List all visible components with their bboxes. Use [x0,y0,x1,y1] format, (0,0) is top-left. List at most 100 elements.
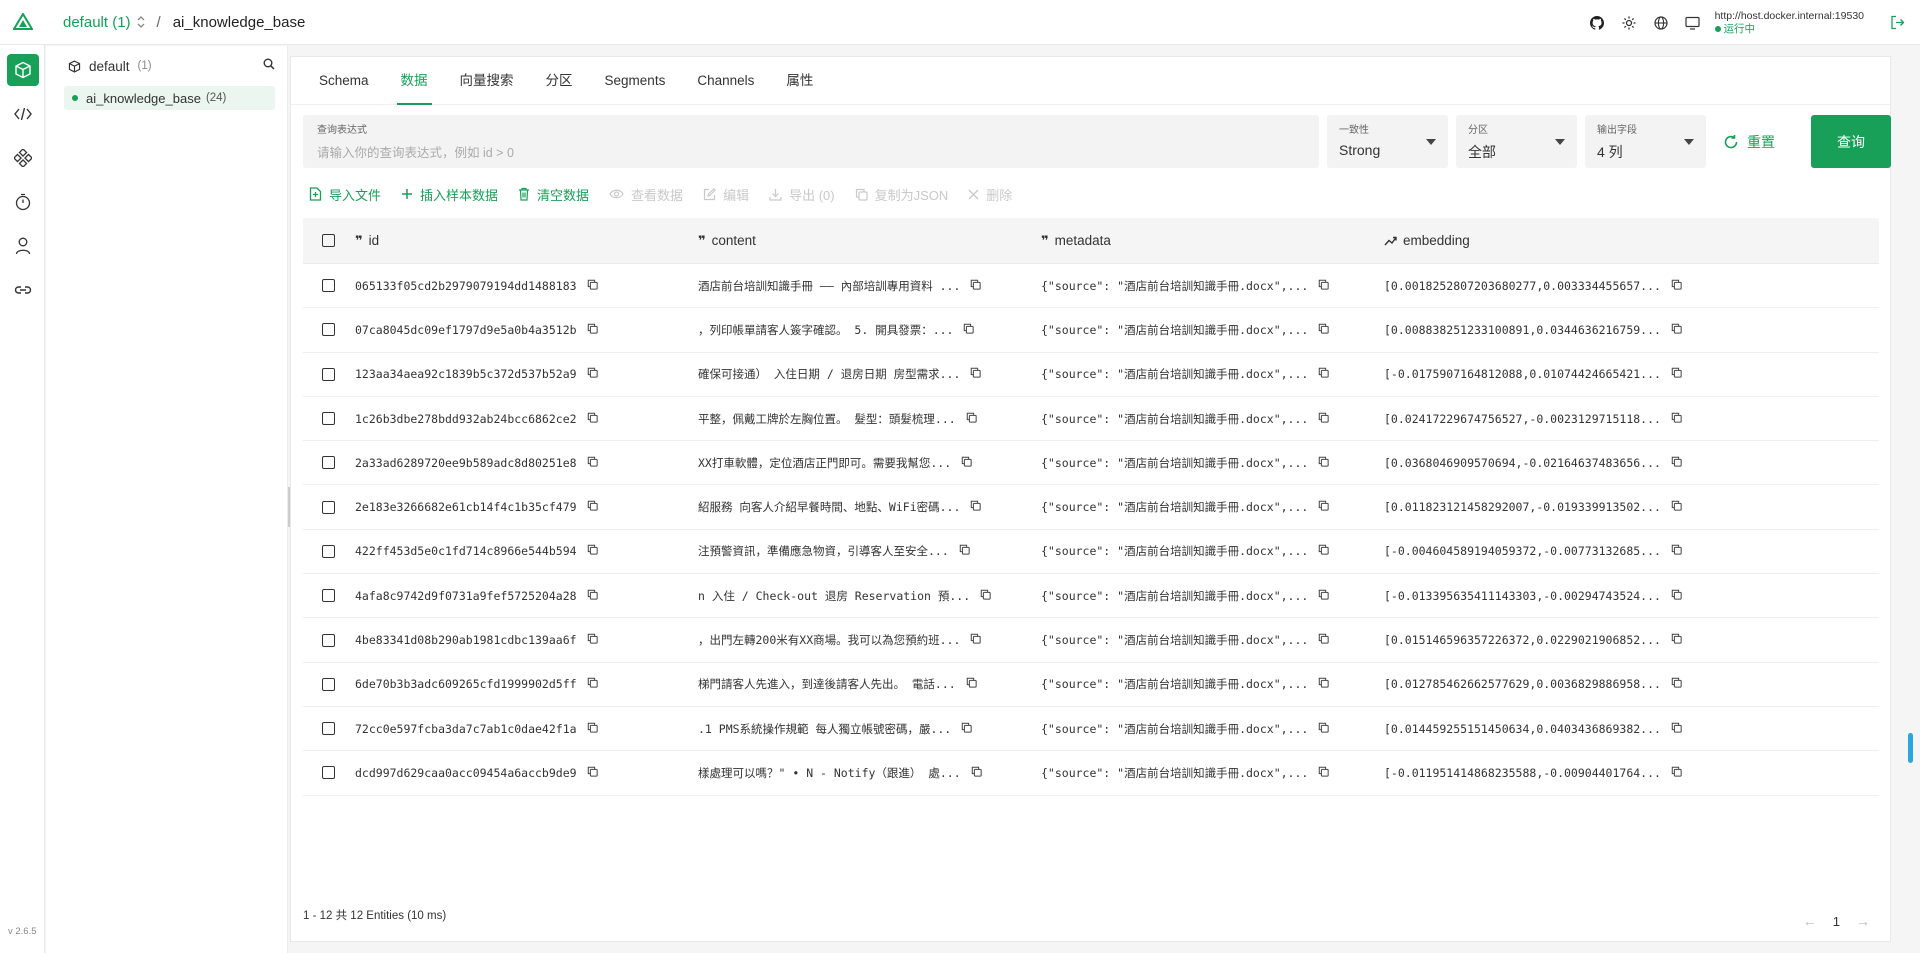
table-row[interactable]: 6de70b3b3adc609265cfd1999902d5ff 梯門請客人先進入… [303,663,1879,707]
column-header-embedding[interactable]: embedding [1382,233,1879,248]
system-info-monitor-icon[interactable] [1677,0,1709,45]
copy-icon[interactable] [587,589,598,603]
language-globe-icon[interactable] [1645,0,1677,45]
copy-icon[interactable] [1318,456,1329,470]
copy-icon[interactable] [961,456,972,470]
copy-icon[interactable] [1671,544,1682,558]
nav-users-button[interactable] [0,224,45,268]
cell-embedding[interactable]: [0.008838251233100891,0.0344636216759... [1382,323,1879,337]
copy-icon[interactable] [587,412,598,426]
reset-button[interactable]: 重置 [1713,115,1813,168]
cell-embedding[interactable]: [0.014459255151450634,0.0403436869382... [1382,722,1879,736]
theme-sun-icon[interactable] [1613,0,1645,45]
row-checkbox[interactable] [321,279,335,293]
copy-icon[interactable] [1671,633,1682,647]
table-row[interactable]: 422ff453d5e0c1fd714c8966e544b594 注預警資訊，準備… [303,530,1879,575]
tab-channels[interactable]: Channels [681,56,770,104]
table-row[interactable]: 07ca8045dc09ef1797d9e5a0b4a3512b ，列印帳單請客人… [303,308,1879,353]
copy-icon[interactable] [1671,766,1682,780]
cell-id[interactable]: 1c26b3dbe278bdd932ab24bcc6862ce2 [353,412,696,426]
page-scrollbar[interactable] [1908,733,1913,763]
table-row[interactable]: 72cc0e597fcba3da7c7ab1c0dae42f1a .1 PMS系統… [303,707,1879,752]
copy-icon[interactable] [970,367,982,381]
import-file-button[interactable]: 导入文件 [309,185,381,204]
cell-metadata[interactable]: {"source": "酒店前台培訓知識手冊.docx",... [1039,632,1382,648]
row-checkbox[interactable] [321,456,335,470]
view-data-button[interactable]: 查看数据 [609,185,683,204]
copy-icon[interactable] [587,323,598,337]
cell-embedding[interactable]: [-0.011951414868235588,-0.00904401764... [1382,766,1879,780]
copy-icon[interactable] [970,633,982,647]
column-header-metadata[interactable]: ❞ metadata [1039,233,1382,249]
cell-metadata[interactable]: {"source": "酒店前台培訓知識手冊.docx",... [1039,721,1382,737]
row-checkbox[interactable] [321,412,335,426]
column-header-id[interactable]: ❞ id [353,233,696,249]
clear-data-button[interactable]: 清空数据 [518,185,589,204]
cell-embedding[interactable]: [0.0368046909570694,-0.02164637483656... [1382,456,1879,470]
cell-content[interactable]: 注預警資訊，準備應急物資，引導客人至安全... [696,543,1039,559]
cell-id[interactable]: 123aa34aea92c1839b5c372d537b52a9 [353,367,696,381]
row-checkbox[interactable] [321,544,335,558]
cell-metadata[interactable]: {"source": "酒店前台培訓知識手冊.docx",... [1039,499,1382,515]
copy-icon[interactable] [963,323,975,337]
cell-embedding[interactable]: [0.02417229674756527,-0.0023129715118... [1382,412,1879,426]
cell-id[interactable]: 2a33ad6289720ee9b589adc8d80251e8 [353,456,696,470]
cell-metadata[interactable]: {"source": "酒店前台培訓知識手冊.docx",... [1039,411,1382,427]
table-row[interactable]: 4afa8c9742d9f0731a9fef5725204a28 n 入住 / C… [303,574,1879,619]
cell-content[interactable]: .1 PMS系統操作規範 每人獨立帳號密碼，嚴... [696,721,1039,737]
copy-icon[interactable] [961,722,972,736]
copy-icon[interactable] [1318,500,1329,514]
cell-embedding[interactable]: [-0.013395635411143303,-0.00294743524... [1382,589,1879,603]
query-button[interactable]: 查询 [1811,115,1891,168]
copy-icon[interactable] [587,500,598,514]
cell-embedding[interactable]: [-0.004604589194059372,-0.00773132685... [1382,544,1879,558]
cell-content[interactable]: 確保可接通） 入住日期 / 退房日期 房型需求... [696,366,1039,382]
insert-sample-button[interactable]: 插入样本数据 [401,185,498,204]
cell-embedding[interactable]: [0.015146596357226372,0.0229021906852... [1382,633,1879,647]
copy-icon[interactable] [966,677,977,691]
cell-id[interactable]: 4afa8c9742d9f0731a9fef5725204a28 [353,589,696,603]
copy-icon[interactable] [1318,766,1329,780]
partition-select[interactable]: 分区 全部 [1456,115,1577,168]
copy-icon[interactable] [971,766,982,780]
prev-page-arrow-icon[interactable]: ← [1803,913,1817,929]
select-all-checkbox[interactable] [321,234,335,247]
row-checkbox[interactable] [321,766,335,780]
cell-content[interactable]: 酒店前台培訓知識手冊 —— 內部培訓專用資料 ... [696,278,1039,294]
column-header-content[interactable]: ❞ content [696,233,1039,249]
cell-id[interactable]: dcd997d629caa0acc09454a6accb9de9 [353,766,696,780]
row-checkbox[interactable] [321,677,335,691]
nav-code-button[interactable] [0,92,45,136]
copy-icon[interactable] [980,589,991,603]
nav-topology-button[interactable] [0,136,45,180]
copy-icon[interactable] [587,279,598,293]
table-row[interactable]: 2a33ad6289720ee9b589adc8d80251e8 XX打車軟體，定… [303,441,1879,486]
copy-icon[interactable] [1318,412,1329,426]
next-page-arrow-icon[interactable]: → [1856,913,1870,929]
nav-slow-request-button[interactable] [0,180,45,224]
tab-partitions[interactable]: 分区 [530,56,589,104]
table-row[interactable]: dcd997d629caa0acc09454a6accb9de9 樣處理可以嗎？"… [303,751,1879,796]
cell-content[interactable]: ，出門左轉200米有XX商場。我可以為您預約班... [696,632,1039,648]
copy-icon[interactable] [1318,722,1329,736]
nav-collections-button[interactable] [0,48,45,92]
milvus-logo-icon[interactable] [0,0,45,45]
copy-icon[interactable] [1671,589,1682,603]
cell-id[interactable]: 07ca8045dc09ef1797d9e5a0b4a3512b [353,323,696,337]
copy-icon[interactable] [1671,279,1682,293]
copy-json-button[interactable]: 复制为JSON [855,185,948,204]
cell-content[interactable]: n 入住 / Check-out 退房 Reservation 預... [696,588,1039,604]
tab-segments[interactable]: Segments [589,56,682,104]
cell-metadata[interactable]: {"source": "酒店前台培訓知識手冊.docx",... [1039,278,1382,294]
copy-icon[interactable] [1671,412,1682,426]
cell-content[interactable]: ，列印帳單請客人簽字確認。 5. 開具發票：... [696,322,1039,338]
cell-embedding[interactable]: [-0.0175907164812088,0.01074424665421... [1382,367,1879,381]
copy-icon[interactable] [1671,722,1682,736]
copy-icon[interactable] [1671,323,1682,337]
tree-database-node[interactable]: default (1) [46,46,287,86]
row-checkbox[interactable] [321,500,335,514]
table-row[interactable]: 1c26b3dbe278bdd932ab24bcc6862ce2 平整，佩戴工牌於… [303,397,1879,442]
row-checkbox[interactable] [321,722,335,736]
copy-icon[interactable] [1671,367,1682,381]
delete-button[interactable]: 删除 [968,185,1012,204]
